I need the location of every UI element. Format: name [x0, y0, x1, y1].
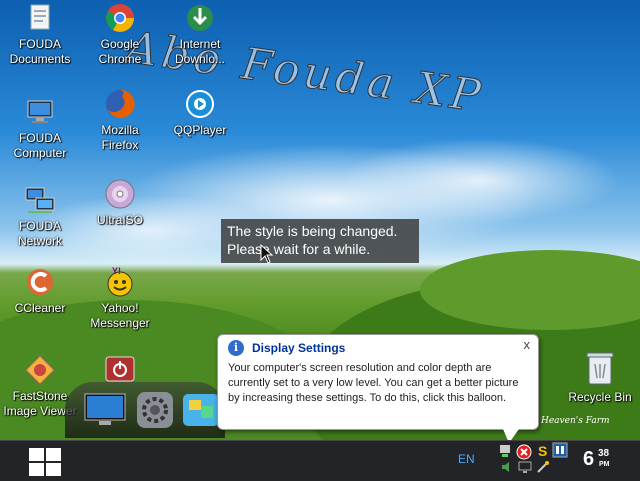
dock-monitor-icon[interactable] — [83, 392, 127, 426]
tray-s-icon[interactable]: S — [536, 443, 550, 459]
desktop-icon-ultraiso[interactable]: UltraISO — [82, 178, 158, 228]
tray-network-icon[interactable] — [498, 443, 512, 459]
recycle-bin-icon[interactable] — [585, 350, 615, 386]
desktop-icon-label: UltraISO — [96, 213, 143, 227]
start-button[interactable] — [28, 447, 62, 477]
desktop-icon-google-chrome[interactable]: Google Chrome — [82, 2, 158, 67]
dock-photos-icon[interactable] — [181, 392, 221, 428]
tray-speaker-icon[interactable] — [500, 460, 514, 474]
desktop-icon-label: Google Chrome — [98, 37, 142, 66]
qqplayer-icon — [186, 90, 214, 118]
dock — [65, 356, 225, 438]
clock-hour: 6 — [583, 448, 595, 470]
firefox-icon — [106, 89, 135, 118]
desktop-icon-label: QQPlayer — [173, 123, 227, 137]
documents-icon — [30, 4, 50, 30]
idm-icon — [187, 5, 213, 31]
balloon-close-button[interactable]: x — [524, 337, 531, 352]
computer-icon — [27, 100, 53, 123]
taskbar-clock[interactable]: 6 38 PM — [583, 448, 610, 471]
info-icon: i — [228, 340, 244, 356]
tray-wand-icon[interactable] — [536, 460, 550, 474]
clock-ampm: PM — [599, 461, 610, 468]
desktop-icon-ccleaner[interactable]: CCleaner — [2, 266, 78, 316]
tooltip-line-2: Please wait for a while. — [227, 241, 371, 257]
svg-text:S: S — [538, 443, 547, 459]
faststone-icon — [25, 355, 55, 385]
desktop-icon-fouda-documents[interactable]: FOUDA Documents — [2, 2, 78, 67]
tray-app-icon[interactable] — [552, 442, 568, 458]
desktop-icon-internet-download-manager[interactable]: Internet Downlo... — [162, 2, 238, 67]
display-settings-balloon[interactable]: i Display Settings x Your computer's scr… — [217, 334, 539, 430]
desktop-icon-label: FOUDA Documents — [9, 37, 71, 66]
svg-text:Y!: Y! — [112, 266, 121, 276]
desktop-icon-qqplayer[interactable]: QQPlayer — [162, 88, 238, 138]
desktop-icon-label: FOUDA Computer — [13, 131, 67, 160]
desktop-icon-mozilla-firefox[interactable]: Mozilla Firefox — [82, 88, 158, 153]
ccleaner-icon — [27, 269, 53, 295]
clock-minute: 38 — [598, 448, 610, 459]
windows-logo-icon — [29, 448, 61, 476]
language-indicator[interactable]: EN — [458, 452, 475, 466]
dock-power-icon[interactable] — [105, 356, 135, 382]
yahoo-messenger-icon: Y! — [107, 266, 133, 297]
desktop-icon-label: CCleaner — [14, 301, 66, 315]
chrome-icon — [106, 4, 134, 32]
ultraiso-icon — [105, 179, 135, 209]
balloon-message[interactable]: Your computer's screen resolution and co… — [228, 361, 530, 406]
desktop-icon-label: Yahoo! Messenger — [90, 301, 150, 330]
desktop-icon-label: FOUDA Network — [17, 219, 62, 248]
mouse-cursor-icon — [260, 244, 274, 264]
tray-monitor-icon[interactable] — [518, 460, 532, 474]
desktop-icon-label: Internet Downlo... — [174, 37, 226, 66]
balloon-title: Display Settings — [252, 341, 346, 355]
desktop-icon-label: Mozilla Firefox — [101, 123, 139, 152]
network-icon — [25, 187, 55, 213]
wallpaper-caption: Heaven's Farm — [541, 416, 610, 426]
tray-error-icon[interactable] — [516, 444, 532, 460]
desktop-icon-fouda-computer[interactable]: FOUDA Computer — [2, 96, 78, 161]
style-change-tooltip: The style is being changed. Please wait … — [221, 219, 419, 263]
recycle-bin-label: Recycle Bin — [568, 390, 632, 404]
dock-settings-icon[interactable] — [135, 390, 175, 430]
desktop-icon-yahoo-messenger[interactable]: Y! Yahoo! Messenger — [82, 266, 158, 331]
desktop-icon-fouda-network[interactable]: FOUDA Network — [2, 184, 78, 249]
tooltip-line-1: The style is being changed. — [227, 223, 398, 239]
